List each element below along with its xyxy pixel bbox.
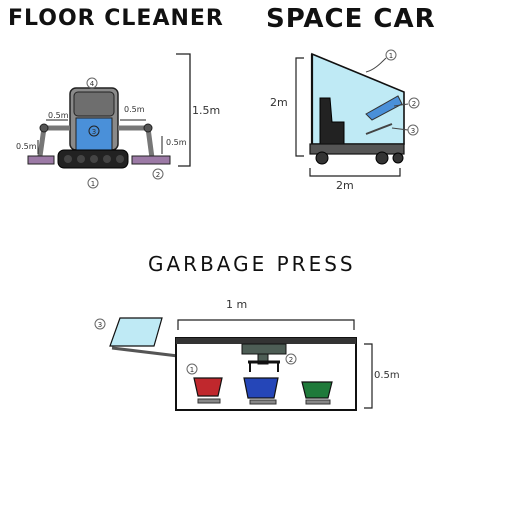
arm-right-dim-label: 0.5m (124, 105, 145, 114)
svg-text:2: 2 (412, 100, 416, 108)
svg-text:4: 4 (90, 80, 95, 88)
callout-sc-3: 3 (407, 124, 419, 136)
height-bracket (295, 57, 304, 157)
callout-fc-2: 2 (152, 168, 164, 180)
tablet-screen (109, 317, 163, 347)
press-top-rail (176, 338, 356, 344)
pad-right-dim-label: 0.5m (166, 138, 187, 147)
width-bracket (177, 319, 355, 330)
left-elbow-joint (39, 123, 49, 133)
width-bracket (309, 168, 401, 177)
svg-text:1: 1 (389, 52, 393, 60)
floor-cleaner-drawing: 1.5m 0.5m 0.5m 0.5m 0.5m 1 2 3 4 (16, 53, 220, 189)
bin-blue (243, 377, 279, 399)
nose-wheel (392, 152, 404, 164)
garbage-press-drawing: 1 m 0.5m 3 2 1 (94, 298, 400, 411)
front-wheel (375, 151, 389, 165)
width-label: 1 m (226, 298, 247, 311)
svg-text:1: 1 (91, 180, 95, 188)
height-label: 0.5m (374, 370, 400, 381)
height-bracket (364, 343, 373, 409)
height-bracket (176, 53, 191, 167)
svg-text:2: 2 (289, 356, 293, 364)
svg-text:2: 2 (156, 171, 160, 179)
pad-left-dim-label: 0.5m (16, 142, 37, 151)
diagram-canvas: 1.5m 0.5m 0.5m 0.5m 0.5m 1 2 3 4 2m 2m 1… (16, 49, 420, 411)
callout-sc-1: 1 (385, 49, 397, 61)
svg-text:3: 3 (411, 127, 415, 135)
tablet-arm (111, 346, 179, 358)
callout-sc-2: 2 (408, 97, 420, 109)
height-label: 2m (270, 96, 288, 109)
right-pad (131, 155, 171, 165)
callout-gp-3: 3 (94, 318, 106, 330)
callout-fc-1: 1 (87, 177, 99, 189)
robot-head (73, 91, 115, 117)
bin-bases (197, 398, 331, 405)
bin-green (301, 381, 333, 399)
svg-text:3: 3 (98, 321, 102, 329)
arm-left-dim-label: 0.5m (48, 111, 69, 120)
callout-leader-1 (365, 57, 387, 73)
callout-fc-4: 4 (86, 77, 98, 89)
rear-wheel (315, 151, 329, 165)
width-label: 2m (336, 179, 354, 192)
svg-text:3: 3 (92, 128, 96, 136)
left-pad (27, 155, 55, 165)
height-label: 1.5m (192, 104, 220, 117)
space-car-drawing: 2m 2m 1 2 3 (270, 49, 420, 192)
right-elbow-joint (143, 123, 153, 133)
bin-red (193, 377, 223, 397)
svg-text:1: 1 (190, 366, 194, 374)
